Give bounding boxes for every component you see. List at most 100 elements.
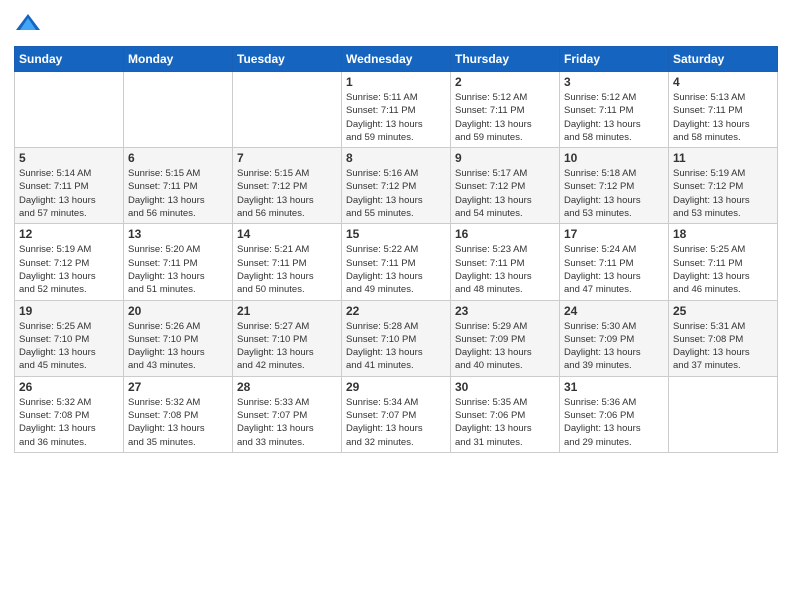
day-cell: 11 Sunrise: 5:19 AM Sunset: 7:12 PM Dayli… [669,148,778,224]
weekday-header-thursday: Thursday [451,47,560,72]
day-cell: 3 Sunrise: 5:12 AM Sunset: 7:11 PM Daylig… [560,72,669,148]
day-cell: 18 Sunrise: 5:25 AM Sunset: 7:11 PM Dayli… [669,224,778,300]
day-number: 31 [564,380,664,394]
day-cell: 9 Sunrise: 5:17 AM Sunset: 7:12 PM Daylig… [451,148,560,224]
day-number: 18 [673,227,773,241]
day-info: Sunrise: 5:32 AM Sunset: 7:08 PM Dayligh… [19,396,119,449]
day-cell: 30 Sunrise: 5:35 AM Sunset: 7:06 PM Dayli… [451,376,560,452]
day-cell: 6 Sunrise: 5:15 AM Sunset: 7:11 PM Daylig… [124,148,233,224]
day-cell: 8 Sunrise: 5:16 AM Sunset: 7:12 PM Daylig… [342,148,451,224]
day-cell: 21 Sunrise: 5:27 AM Sunset: 7:10 PM Dayli… [233,300,342,376]
day-number: 28 [237,380,337,394]
day-cell: 27 Sunrise: 5:32 AM Sunset: 7:08 PM Dayli… [124,376,233,452]
week-row-0: 1 Sunrise: 5:11 AM Sunset: 7:11 PM Daylig… [15,72,778,148]
day-info: Sunrise: 5:32 AM Sunset: 7:08 PM Dayligh… [128,396,228,449]
day-number: 25 [673,304,773,318]
day-cell: 19Sunrise: 5:25 AM Sunset: 7:10 PM Dayli… [15,300,124,376]
day-info: Sunrise: 5:16 AM Sunset: 7:12 PM Dayligh… [346,167,446,220]
day-info: Sunrise: 5:34 AM Sunset: 7:07 PM Dayligh… [346,396,446,449]
logo-icon [14,10,42,38]
day-cell: 14 Sunrise: 5:21 AM Sunset: 7:11 PM Dayli… [233,224,342,300]
day-cell: 28 Sunrise: 5:33 AM Sunset: 7:07 PM Dayli… [233,376,342,452]
day-info: Sunrise: 5:12 AM Sunset: 7:11 PM Dayligh… [455,91,555,144]
day-cell: 26 Sunrise: 5:32 AM Sunset: 7:08 PM Dayli… [15,376,124,452]
day-info: Sunrise: 5:35 AM Sunset: 7:06 PM Dayligh… [455,396,555,449]
day-number: 9 [455,151,555,165]
day-info: Sunrise: 5:11 AM Sunset: 7:11 PM Dayligh… [346,91,446,144]
day-cell: 10Sunrise: 5:18 AM Sunset: 7:12 PM Dayli… [560,148,669,224]
day-number: 13 [128,227,228,241]
day-info: Sunrise: 5:15 AM Sunset: 7:12 PM Dayligh… [237,167,337,220]
day-number: 7 [237,151,337,165]
day-number: 27 [128,380,228,394]
day-cell [124,72,233,148]
day-info: Sunrise: 5:20 AM Sunset: 7:11 PM Dayligh… [128,243,228,296]
day-cell [669,376,778,452]
day-cell: 22Sunrise: 5:28 AM Sunset: 7:10 PM Dayli… [342,300,451,376]
day-cell: 23Sunrise: 5:29 AM Sunset: 7:09 PM Dayli… [451,300,560,376]
weekday-header-wednesday: Wednesday [342,47,451,72]
day-cell: 31 Sunrise: 5:36 AM Sunset: 7:06 PM Dayli… [560,376,669,452]
day-number: 8 [346,151,446,165]
day-info: Sunrise: 5:17 AM Sunset: 7:12 PM Dayligh… [455,167,555,220]
day-info: Sunrise: 5:27 AM Sunset: 7:10 PM Dayligh… [237,320,337,373]
day-info: Sunrise: 5:14 AM Sunset: 7:11 PM Dayligh… [19,167,119,220]
day-info: Sunrise: 5:25 AM Sunset: 7:11 PM Dayligh… [673,243,773,296]
day-cell [15,72,124,148]
day-number: 24 [564,304,664,318]
day-cell: 7 Sunrise: 5:15 AM Sunset: 7:12 PM Daylig… [233,148,342,224]
calendar-table: SundayMondayTuesdayWednesdayThursdayFrid… [14,46,778,453]
day-info: Sunrise: 5:19 AM Sunset: 7:12 PM Dayligh… [19,243,119,296]
logo [14,10,46,38]
day-info: Sunrise: 5:36 AM Sunset: 7:06 PM Dayligh… [564,396,664,449]
weekday-header-friday: Friday [560,47,669,72]
day-info: Sunrise: 5:13 AM Sunset: 7:11 PM Dayligh… [673,91,773,144]
day-cell: 17Sunrise: 5:24 AM Sunset: 7:11 PM Dayli… [560,224,669,300]
day-number: 21 [237,304,337,318]
day-cell: 2Sunrise: 5:12 AM Sunset: 7:11 PM Daylig… [451,72,560,148]
day-info: Sunrise: 5:33 AM Sunset: 7:07 PM Dayligh… [237,396,337,449]
day-cell: 1 Sunrise: 5:11 AM Sunset: 7:11 PM Daylig… [342,72,451,148]
day-info: Sunrise: 5:12 AM Sunset: 7:11 PM Dayligh… [564,91,664,144]
day-cell: 15 Sunrise: 5:22 AM Sunset: 7:11 PM Dayli… [342,224,451,300]
day-info: Sunrise: 5:19 AM Sunset: 7:12 PM Dayligh… [673,167,773,220]
day-number: 30 [455,380,555,394]
day-number: 11 [673,151,773,165]
day-cell: 12Sunrise: 5:19 AM Sunset: 7:12 PM Dayli… [15,224,124,300]
day-number: 14 [237,227,337,241]
day-number: 1 [346,75,446,89]
day-cell: 25 Sunrise: 5:31 AM Sunset: 7:08 PM Dayli… [669,300,778,376]
day-number: 23 [455,304,555,318]
weekday-header-tuesday: Tuesday [233,47,342,72]
day-number: 20 [128,304,228,318]
header [14,10,778,38]
day-number: 6 [128,151,228,165]
day-info: Sunrise: 5:31 AM Sunset: 7:08 PM Dayligh… [673,320,773,373]
week-row-3: 19Sunrise: 5:25 AM Sunset: 7:10 PM Dayli… [15,300,778,376]
day-number: 10 [564,151,664,165]
weekday-header-monday: Monday [124,47,233,72]
page: SundayMondayTuesdayWednesdayThursdayFrid… [0,0,792,612]
day-cell: 16Sunrise: 5:23 AM Sunset: 7:11 PM Dayli… [451,224,560,300]
day-cell: 4 Sunrise: 5:13 AM Sunset: 7:11 PM Daylig… [669,72,778,148]
weekday-header-saturday: Saturday [669,47,778,72]
day-info: Sunrise: 5:15 AM Sunset: 7:11 PM Dayligh… [128,167,228,220]
week-row-1: 5Sunrise: 5:14 AM Sunset: 7:11 PM Daylig… [15,148,778,224]
day-cell: 13 Sunrise: 5:20 AM Sunset: 7:11 PM Dayli… [124,224,233,300]
weekday-header-row: SundayMondayTuesdayWednesdayThursdayFrid… [15,47,778,72]
week-row-4: 26 Sunrise: 5:32 AM Sunset: 7:08 PM Dayli… [15,376,778,452]
day-cell: 5Sunrise: 5:14 AM Sunset: 7:11 PM Daylig… [15,148,124,224]
day-number: 3 [564,75,664,89]
day-number: 17 [564,227,664,241]
day-number: 19 [19,304,119,318]
day-number: 26 [19,380,119,394]
day-info: Sunrise: 5:22 AM Sunset: 7:11 PM Dayligh… [346,243,446,296]
day-cell: 20Sunrise: 5:26 AM Sunset: 7:10 PM Dayli… [124,300,233,376]
day-info: Sunrise: 5:21 AM Sunset: 7:11 PM Dayligh… [237,243,337,296]
day-number: 15 [346,227,446,241]
day-number: 16 [455,227,555,241]
day-number: 22 [346,304,446,318]
day-number: 4 [673,75,773,89]
day-number: 29 [346,380,446,394]
day-cell [233,72,342,148]
